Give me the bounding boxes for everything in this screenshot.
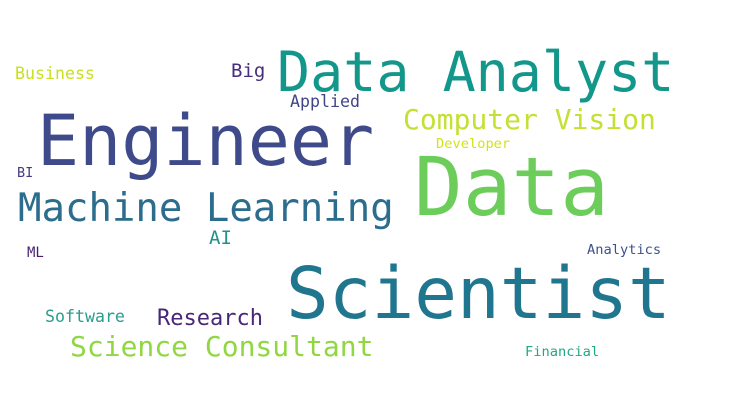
- word-computer-vision: Computer Vision: [403, 103, 656, 136]
- word-developer: Developer: [436, 136, 511, 152]
- word-business: Business: [15, 64, 95, 83]
- word-software: Software: [45, 307, 125, 326]
- word-analytics: Analytics: [587, 242, 662, 258]
- word-big: Big: [231, 60, 266, 82]
- word-research: Research: [157, 306, 263, 331]
- word-financial: Financial: [525, 344, 600, 360]
- word-cloud: Data Analyst Engineer Data Scientist Mac…: [0, 0, 740, 420]
- word-bi: BI: [17, 165, 34, 181]
- word-ai: AI: [209, 227, 232, 249]
- word-science-consultant: Science Consultant: [70, 330, 374, 363]
- word-data: Data: [414, 141, 610, 235]
- word-engineer: Engineer: [37, 100, 375, 182]
- word-ml: ML: [27, 245, 44, 261]
- word-machine-learning: Machine Learning: [18, 186, 394, 231]
- word-scientist: Scientist: [286, 252, 671, 335]
- word-applied: Applied: [290, 92, 360, 111]
